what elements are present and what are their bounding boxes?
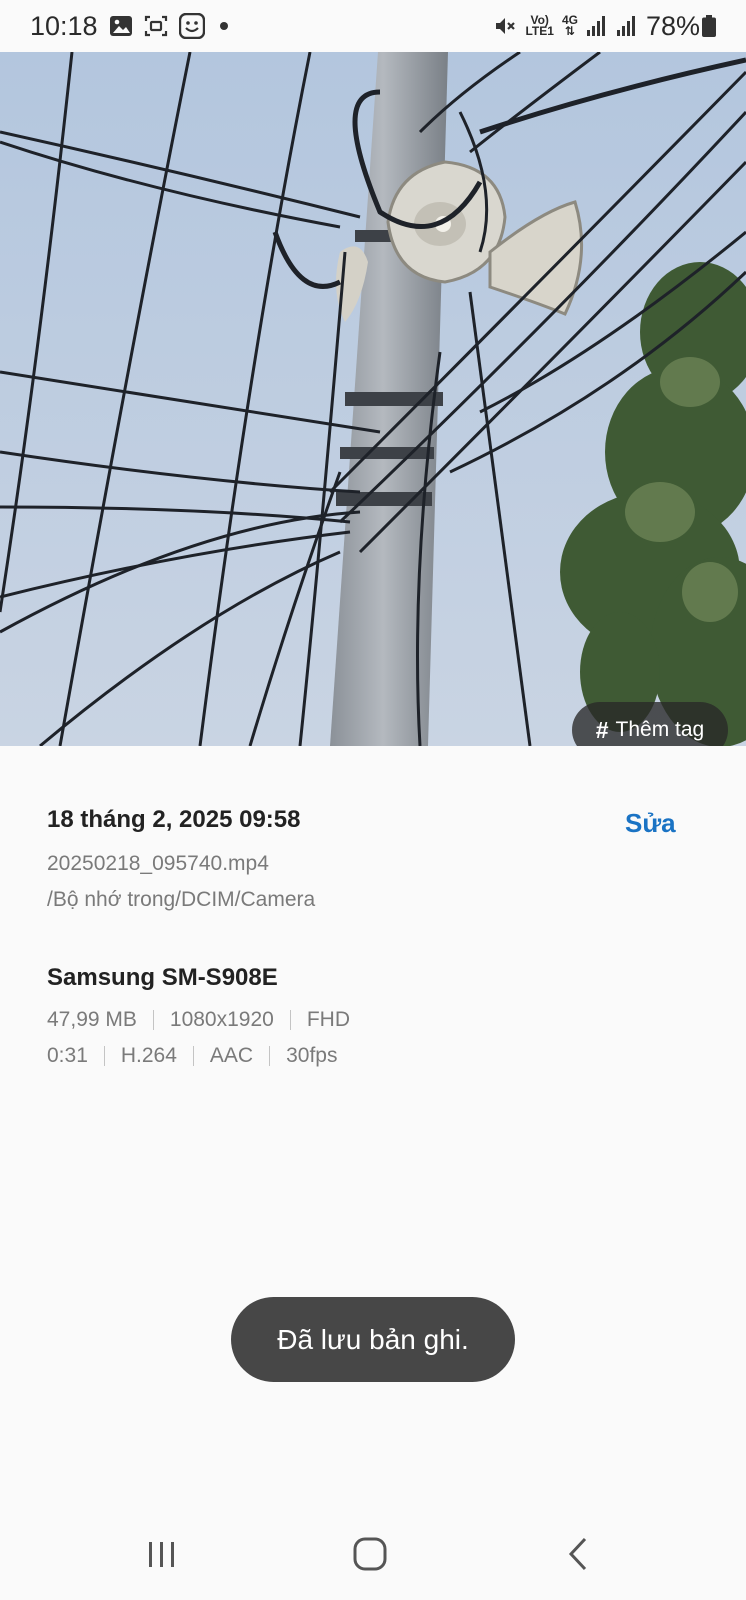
back-icon[interactable] bbox=[548, 1524, 608, 1584]
notification-dot-icon bbox=[219, 22, 228, 30]
signal-sim1-icon bbox=[586, 15, 608, 37]
duration: 0:31 bbox=[47, 1044, 88, 1067]
meta-row-size: 47,99 MB 1080x1920 FHD bbox=[47, 1002, 707, 1038]
video-thumbnail bbox=[0, 52, 746, 746]
face-widget-icon bbox=[178, 13, 205, 39]
photo-preview[interactable]: # Thêm tag bbox=[0, 52, 746, 746]
separator bbox=[152, 1010, 154, 1030]
audio-codec: AAC bbox=[209, 1044, 254, 1067]
file-path: /Bộ nhớ trong/DCIM/Camera bbox=[47, 888, 316, 911]
gallery-icon bbox=[109, 14, 133, 38]
separator bbox=[192, 1046, 194, 1066]
add-tag-button[interactable]: # Thêm tag bbox=[572, 702, 728, 746]
home-icon[interactable] bbox=[340, 1524, 400, 1584]
battery-icon bbox=[702, 15, 716, 37]
meta-row-video: 0:31 H.264 AAC 30fps bbox=[47, 1038, 707, 1074]
separator bbox=[103, 1046, 105, 1066]
4g-data-icon: 4G ⇅ bbox=[561, 13, 578, 38]
screen-capture-icon bbox=[144, 14, 168, 38]
device-name: Samsung SM-S908E bbox=[47, 964, 278, 991]
clock: 10:18 bbox=[30, 10, 98, 41]
file-name: 20250218_095740.mp4 bbox=[47, 852, 269, 875]
video-codec: H.264 bbox=[120, 1044, 177, 1067]
separator bbox=[269, 1046, 271, 1066]
frame-rate: 30fps bbox=[286, 1044, 338, 1067]
file-size: 47,99 MB bbox=[47, 1008, 137, 1031]
details-panel: 18 tháng 2, 2025 09:58 Sửa 20250218_0957… bbox=[47, 806, 707, 1074]
mute-icon bbox=[493, 14, 517, 38]
recent-apps-icon[interactable] bbox=[132, 1524, 192, 1584]
quality: FHD bbox=[306, 1008, 350, 1031]
signal-sim2-icon bbox=[616, 15, 638, 37]
resolution: 1080x1920 bbox=[169, 1008, 274, 1031]
hashtag-icon: # bbox=[595, 716, 609, 743]
status-bar: 10:18 Vo) LTE1 4G ⇅ 78% bbox=[0, 0, 746, 52]
volte-icon: Vo) LTE1 bbox=[525, 13, 554, 38]
edit-button[interactable]: Sửa bbox=[625, 808, 676, 839]
navigation-bar bbox=[0, 1510, 746, 1600]
toast-message: Đã lưu bản ghi. bbox=[231, 1297, 515, 1382]
date-time: 18 tháng 2, 2025 09:58 bbox=[47, 806, 301, 833]
add-tag-label: Thêm tag bbox=[615, 718, 705, 741]
separator bbox=[289, 1010, 291, 1030]
battery-percent: 78% bbox=[645, 10, 700, 41]
